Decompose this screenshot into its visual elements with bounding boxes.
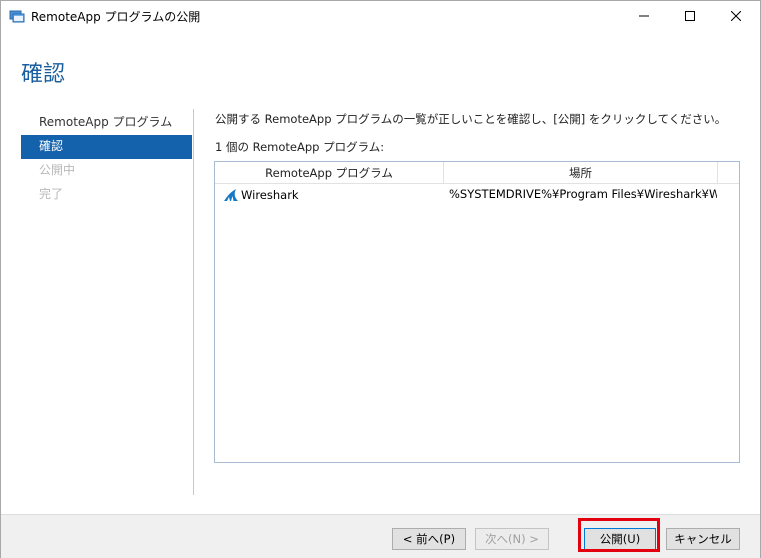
nav-item-publishing: 公開中 [39, 163, 76, 177]
window-title: RemoteApp プログラムの公開 [31, 10, 201, 24]
maximize-button[interactable] [667, 1, 713, 31]
remoteapp-icon [9, 8, 25, 24]
page-title: 確認 [21, 62, 66, 87]
minimize-button[interactable] [621, 1, 667, 31]
nav-divider [193, 109, 194, 495]
program-name-cell: Wireshark [223, 185, 441, 205]
maximize-icon [685, 11, 695, 21]
next-button: 次へ(N) > [475, 528, 549, 550]
back-button[interactable]: < 前へ(P) [392, 528, 466, 550]
nav-item-remoteapp-programs[interactable]: RemoteApp プログラム [21, 111, 192, 135]
list-header: RemoteApp プログラム 場所 [215, 162, 739, 184]
title-bar[interactable]: RemoteApp プログラムの公開 [1, 1, 760, 31]
program-location: %SYSTEMDRIVE%¥Program Files¥Wireshark¥Wi… [449, 187, 717, 201]
program-name: Wireshark [241, 187, 299, 202]
wizard-nav: RemoteApp プログラム 確認 公開中 完了 [21, 111, 192, 207]
close-button[interactable] [713, 1, 759, 31]
table-row[interactable]: Wireshark %SYSTEMDRIVE%¥Program Files¥Wi… [215, 185, 739, 205]
cancel-button[interactable]: キャンセル [666, 528, 740, 550]
program-count-label: 1 個の RemoteApp プログラム: [215, 140, 385, 154]
button-bar: < 前へ(P) 次へ(N) > 公開(U) キャンセル [1, 514, 760, 558]
nav-item-complete: 完了 [39, 187, 64, 201]
column-header-program[interactable]: RemoteApp プログラム [215, 162, 444, 184]
minimize-icon [639, 15, 649, 17]
close-icon [731, 11, 741, 21]
nav-item-confirm[interactable]: 確認 [21, 135, 192, 159]
instruction-text: 公開する RemoteApp プログラムの一覧が正しいことを確認し、[公開] を… [215, 112, 727, 126]
wireshark-icon [223, 187, 239, 203]
remoteapp-program-list[interactable]: RemoteApp プログラム 場所 Wireshark %SYSTEMDRIV… [214, 161, 740, 463]
publish-button[interactable]: 公開(U) [584, 528, 656, 550]
column-header-location[interactable]: 場所 [444, 162, 718, 184]
remoteapp-publish-dialog: RemoteApp プログラムの公開 確認 RemoteApp プログラム 確認… [0, 0, 761, 558]
